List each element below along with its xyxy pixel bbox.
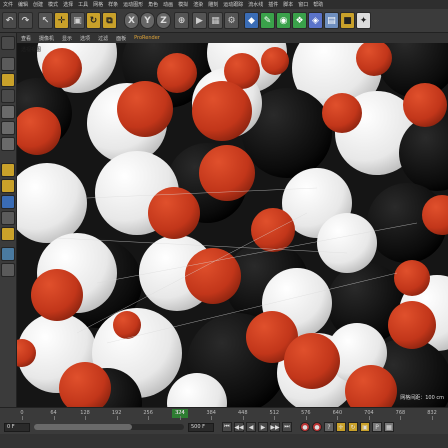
end-frame-field[interactable]: 500 F	[188, 422, 214, 432]
perspective-viewport[interactable]: 透视视图 网格间距：100 cm	[17, 43, 448, 407]
viewport-menu-item[interactable]: 摄像机	[39, 35, 54, 42]
key-scale-icon[interactable]: ▣	[360, 422, 370, 432]
menu-item[interactable]: 编辑	[18, 1, 28, 8]
menu-item[interactable]: 工具	[78, 1, 88, 8]
cloner-icon[interactable]: ❖	[292, 12, 307, 29]
main-toolbar: ↶ ↷ ↖ ✛ ▣ ↻ ⧉ X Y Z ⊕ ▶ ▦ ⚙ ◆ ✎ ◉ ❖ ◈ ▤ …	[0, 9, 448, 33]
tweak-mode-icon[interactable]	[1, 179, 15, 193]
points-mode-icon[interactable]	[1, 105, 15, 119]
menu-item[interactable]: 雕刻	[208, 1, 218, 8]
key-position-icon[interactable]: ✛	[336, 422, 346, 432]
bottom-panel	[0, 434, 448, 448]
menu-item[interactable]: 渲染	[193, 1, 203, 8]
autokey-icon[interactable]: ●	[312, 422, 322, 432]
menu-item[interactable]: 脚本	[283, 1, 293, 8]
record-icon[interactable]: ●	[300, 422, 310, 432]
menu-item[interactable]: 模式	[48, 1, 58, 8]
viewport-menu-bar: 查看 摄像机 显示 选项 过滤 面板 ProRender	[17, 33, 448, 43]
rotate-icon[interactable]: ↻	[86, 12, 101, 29]
axis-mode-icon[interactable]	[1, 163, 15, 177]
play-icon[interactable]: ▶	[258, 422, 268, 432]
magnet-icon[interactable]	[1, 211, 15, 225]
undo-icon[interactable]: ↶	[2, 12, 17, 29]
viewport-menu-item[interactable]: 选项	[80, 35, 90, 42]
menu-item[interactable]: 角色	[148, 1, 158, 8]
keyframe-selection-icon[interactable]: ?	[324, 422, 334, 432]
menu-bar: 文件 编辑 创建 模式 选择 工具 网格 样条 运动图形 角色 动画 模拟 渲染 雕刻 运动跟踪 流水线 插件脚…	[0, 0, 448, 9]
polygons-mode-icon[interactable]	[1, 137, 15, 151]
go-to-end-icon[interactable]: ⏭	[282, 422, 292, 432]
scale-icon[interactable]: ▣	[70, 12, 85, 29]
z-axis-button[interactable]: Z	[156, 12, 171, 29]
menu-item[interactable]: 样条	[108, 1, 118, 8]
step-back-icon[interactable]: ◀	[246, 422, 256, 432]
pen-icon[interactable]: ✎	[260, 12, 275, 29]
move-icon[interactable]: ✛	[54, 12, 69, 29]
workplane-icon[interactable]	[1, 89, 15, 103]
floor-icon[interactable]: ▤	[324, 12, 339, 29]
viewport-menu-item[interactable]: 查看	[21, 35, 31, 42]
cube-icon[interactable]: ◆	[244, 12, 259, 29]
deformer-icon[interactable]: ◈	[308, 12, 323, 29]
lock-workplane-icon[interactable]	[1, 247, 15, 261]
preview-range-slider[interactable]	[34, 424, 184, 430]
solo-icon[interactable]	[1, 227, 15, 241]
menu-item[interactable]: 流水线	[248, 1, 263, 8]
playback-buttons: ⏮ ◀◀ ◀ ▶ ▶▶ ⏭	[220, 422, 292, 432]
viewport-menu-item[interactable]: 面板	[116, 35, 126, 42]
subdivision-icon[interactable]: ◉	[276, 12, 291, 29]
edges-mode-icon[interactable]	[1, 121, 15, 135]
viewport-label: 透视视图	[21, 47, 42, 53]
step-forward-icon[interactable]: ▶▶	[270, 422, 280, 432]
coordinate-system-icon[interactable]: ⊕	[174, 12, 189, 29]
menu-item[interactable]: 运动图形	[123, 1, 143, 8]
menu-item[interactable]: 模拟	[178, 1, 188, 8]
key-pla-icon[interactable]: ▦	[384, 422, 394, 432]
light-icon[interactable]: ✦	[356, 12, 371, 29]
menu-item[interactable]: 创建	[33, 1, 43, 8]
timeline[interactable]: 324 0 64 128 192 256 324 384 448 512 576 640 704 768…	[0, 407, 448, 420]
viewport-menu-item[interactable]: 过滤	[98, 35, 108, 42]
menu-item[interactable]: 选择	[63, 1, 73, 8]
start-frame-field[interactable]: 0 F	[4, 422, 30, 432]
camera-icon[interactable]: ■	[340, 12, 355, 29]
menu-item[interactable]: 窗口	[298, 1, 308, 8]
y-axis-button[interactable]: Y	[140, 12, 155, 29]
grid-spacing-label: 网格间距：100 cm	[400, 395, 444, 401]
render-view-icon[interactable]: ▶	[192, 12, 207, 29]
make-editable-icon[interactable]	[1, 36, 15, 50]
go-to-start-icon[interactable]: ⏮	[222, 422, 232, 432]
render-picture-viewer-icon[interactable]: ▦	[208, 12, 223, 29]
menu-item[interactable]: 帮助	[313, 1, 323, 8]
render-settings-icon[interactable]: ⚙	[224, 12, 239, 29]
snap-icon[interactable]	[1, 195, 15, 209]
key-rotation-icon[interactable]: ↻	[348, 422, 358, 432]
recent-tools-icon[interactable]: ⧉	[102, 12, 117, 29]
menu-item[interactable]: 插件	[268, 1, 278, 8]
transport-bar: 0 F 500 F ⏮ ◀◀ ◀ ▶ ▶▶ ⏭ ● ● ? ✛ ↻ ▣ P ▦	[0, 420, 448, 434]
viewport-menu-item[interactable]: 显示	[62, 35, 72, 42]
menu-item[interactable]: 文件	[3, 1, 13, 8]
key-param-icon[interactable]: P	[372, 422, 382, 432]
model-mode-icon[interactable]	[1, 57, 15, 71]
viewport-scene	[17, 43, 448, 407]
grid-icon[interactable]	[1, 263, 15, 277]
redo-icon[interactable]: ↷	[18, 12, 33, 29]
menu-item[interactable]: 运动跟踪	[223, 1, 243, 8]
menu-item[interactable]: 动画	[163, 1, 173, 8]
left-toolbar	[0, 33, 17, 408]
viewport-menu-item[interactable]: ProRender	[134, 35, 160, 41]
x-axis-button[interactable]: X	[124, 12, 139, 29]
menu-item[interactable]: 网格	[93, 1, 103, 8]
texture-mode-icon[interactable]	[1, 73, 15, 87]
select-icon[interactable]: ↖	[38, 12, 53, 29]
previous-key-icon[interactable]: ◀◀	[234, 422, 244, 432]
